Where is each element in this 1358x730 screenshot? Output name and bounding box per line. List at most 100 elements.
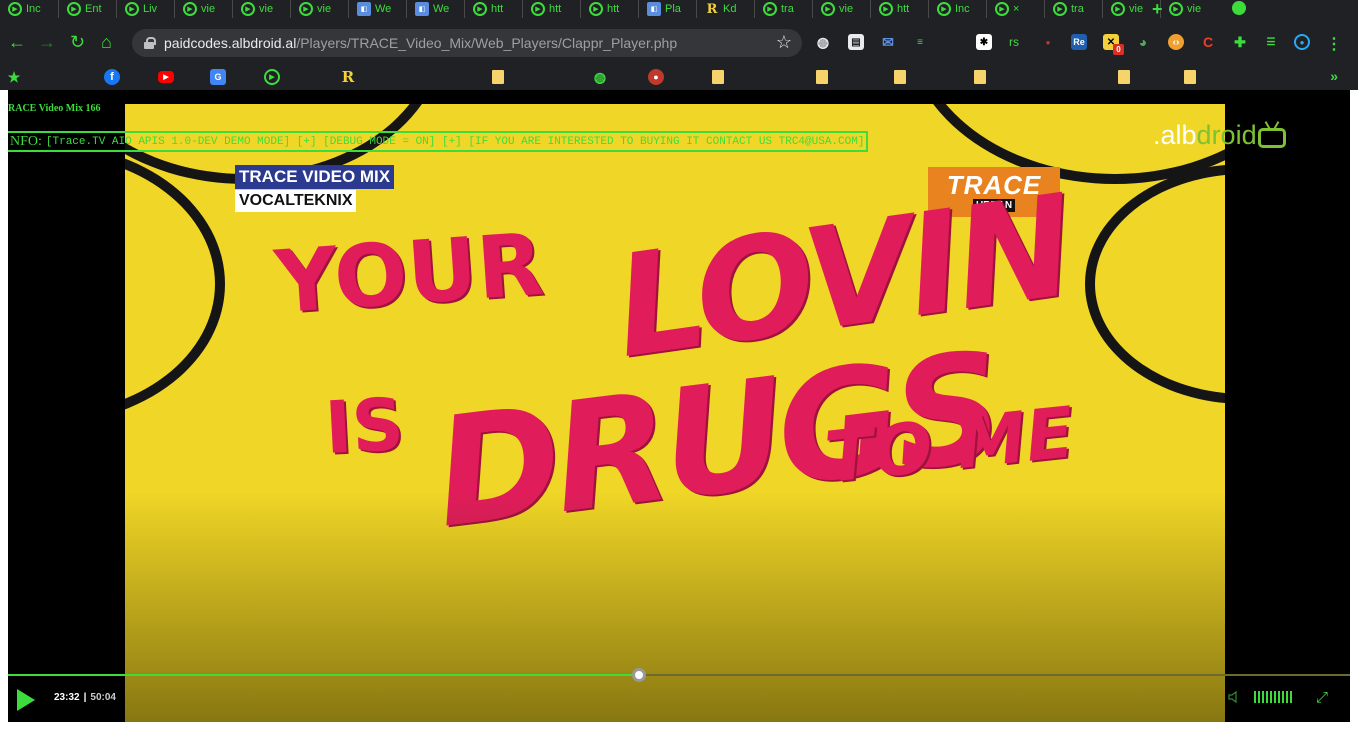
volume-bar-segment[interactable] (1262, 691, 1264, 703)
video-frame[interactable]: TRACE VIDEO MIX VOCALTEKNIX TRACE URBAN … (125, 104, 1225, 722)
volume-icon[interactable] (1228, 690, 1242, 704)
reader-icon[interactable]: ▤ (848, 34, 864, 50)
browser-tab[interactable]: ▶ vie (174, 0, 232, 18)
volume-bar-segment[interactable] (1274, 691, 1276, 703)
mail-icon[interactable]: ✉ (880, 34, 896, 50)
volume-bar-segment[interactable] (1278, 691, 1280, 703)
tab-title: htt (607, 3, 620, 15)
tab-title: vie (317, 3, 332, 15)
facebook-icon[interactable]: f (104, 69, 120, 85)
tab-search-icon[interactable] (1232, 1, 1246, 15)
asterisk-extension-icon[interactable]: ✱ (976, 34, 992, 50)
address-bar[interactable]: paidcodes.albdroid.al /Players/TRACE_Vid… (132, 29, 802, 57)
back-arrow-icon[interactable]: ← (8, 32, 26, 52)
re-extension[interactable]: Re (1071, 34, 1087, 50)
browser-tab[interactable]: ▶ Ent (58, 0, 116, 18)
lock-icon[interactable] (144, 37, 156, 49)
browser-tab[interactable]: ▶ × (986, 0, 1044, 18)
browser-tab[interactable]: ▶ htt (580, 0, 638, 18)
volume-bar-segment[interactable] (1258, 691, 1260, 703)
globe-icon[interactable]: ◍ (815, 34, 831, 50)
r-icon: R (706, 1, 718, 17)
profile-avatar-icon[interactable]: ● (1294, 34, 1310, 50)
volume-bar-segment[interactable] (1270, 691, 1272, 703)
star-icon[interactable]: ★ (6, 69, 22, 85)
fullscreen-icon[interactable]: ⤢ (1316, 689, 1328, 706)
play-icon[interactable] (17, 689, 35, 711)
time-separator: | (83, 692, 87, 703)
circle-play-icon: ▶ (879, 2, 893, 16)
browser-tab[interactable]: ▶ vie (812, 0, 870, 18)
earth-icon[interactable]: ◕ (1135, 34, 1151, 50)
reload-icon[interactable]: ↻ (70, 32, 85, 52)
browser-tab[interactable]: ▶ htt (522, 0, 580, 18)
browser-tab[interactable]: ▶ vie (290, 0, 348, 18)
seek-bar[interactable] (8, 668, 1350, 682)
new-tab-icon[interactable]: + (1152, 0, 1163, 18)
volume-bar-segment[interactable] (1282, 691, 1284, 703)
tab-strip: ▶ Inc ▶ Ent ▶ Liv ▶ vie ▶ vie ▶ vie ◧ We ◧ We ▶ htt ▶ htt ▶ h… (0, 0, 1358, 20)
folder-icon[interactable] (712, 70, 724, 84)
code-icon[interactable]: ‹› (1168, 34, 1184, 50)
youtube-icon[interactable]: ▶ (158, 71, 174, 83)
circle-play-icon: ▶ (473, 2, 487, 16)
browser-tab[interactable]: ▶ tra (754, 0, 812, 18)
play-circle-icon[interactable]: ▶ (264, 69, 280, 85)
more-bookmarks-icon[interactable]: » (1330, 68, 1338, 84)
browser-tab[interactable]: ▶ Inc (0, 0, 58, 18)
extension-badge: 0 (1113, 44, 1124, 55)
folder-icon[interactable] (816, 70, 828, 84)
tab-title: tra (781, 3, 794, 15)
folder-icon[interactable] (492, 70, 504, 84)
c-extension[interactable]: C (1200, 34, 1216, 50)
puzzle-icon[interactable]: ✚ (1232, 34, 1248, 50)
browser-toolbar: ← → ↻ ⌂ paidcodes.albdroid.al /Players/T… (0, 20, 1358, 64)
forward-arrow-icon[interactable]: → (38, 32, 56, 52)
volume-bar-segment[interactable] (1286, 691, 1288, 703)
volume-bar-segment[interactable] (1290, 691, 1292, 703)
browser-tab[interactable]: ▶ vie (232, 0, 290, 18)
tab-title: Inc (955, 3, 970, 15)
browser-tab[interactable]: ◧ Pla (638, 0, 696, 18)
browser-tab[interactable]: R Kd (696, 0, 754, 18)
flag-icon[interactable]: ● (648, 69, 664, 85)
volume-bar[interactable] (1254, 691, 1292, 703)
tab-title: htt (897, 3, 910, 15)
r-icon[interactable]: R (340, 68, 356, 86)
home-icon[interactable]: ⌂ (101, 32, 112, 52)
folder-icon[interactable] (1118, 70, 1130, 84)
browser-tab[interactable]: ▶ Liv (116, 0, 174, 18)
browser-tab[interactable]: ▶ vie (1160, 0, 1218, 18)
video-player[interactable]: TRACE VIDEO MIX VOCALTEKNIX TRACE URBAN … (8, 90, 1350, 722)
google-translate-icon[interactable]: G (210, 69, 226, 85)
web-icon: ◧ (415, 2, 429, 16)
browser-tab[interactable]: ◧ We (348, 0, 406, 18)
media-queue-icon[interactable]: ☰ (1263, 34, 1279, 50)
seek-bar-fill (8, 674, 639, 676)
tab-title: Liv (143, 3, 158, 15)
bookmark-star-icon[interactable]: ☆ (776, 32, 792, 53)
translate-extension-icon[interactable]: ≡ (912, 34, 928, 50)
folder-icon[interactable] (1184, 70, 1196, 84)
circle-play-icon: ▶ (937, 2, 951, 16)
volume-bar-segment[interactable] (1266, 691, 1268, 703)
red-dot-extension-icon[interactable]: ● (1040, 34, 1056, 50)
browser-tab[interactable]: ▶ htt (870, 0, 928, 18)
browser-tab[interactable]: ◧ We (406, 0, 464, 18)
globe-icon[interactable]: ◍ (592, 69, 608, 85)
web-icon: ◧ (647, 2, 661, 16)
more-menu-icon[interactable]: ⋮ (1326, 34, 1342, 54)
rs-extension[interactable]: rs (1006, 34, 1022, 50)
folder-icon[interactable] (894, 70, 906, 84)
volume-bar-segment[interactable] (1254, 691, 1256, 703)
tv-icon (1257, 128, 1286, 148)
video-title: RACE Video Mix 166 (8, 103, 101, 114)
tab-title: Inc (26, 3, 41, 15)
browser-tab[interactable]: ▶ tra (1044, 0, 1102, 18)
folder-icon[interactable] (974, 70, 986, 84)
tab-title: vie (839, 3, 854, 15)
browser-tab[interactable]: ▶ Inc (928, 0, 986, 18)
url-host: paidcodes.albdroid.al (164, 35, 297, 51)
seek-handle[interactable] (632, 668, 646, 682)
browser-tab[interactable]: ▶ htt (464, 0, 522, 18)
